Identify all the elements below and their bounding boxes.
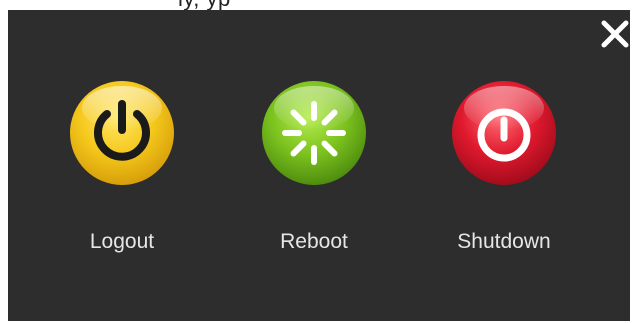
power-icon [70,81,174,185]
logout-button[interactable]: Logout [52,78,192,268]
close-button[interactable] [595,14,633,54]
reboot-button[interactable]: Reboot [244,78,384,268]
shutdown-button[interactable]: Shutdown [434,78,574,268]
clipped-text: ly, yp [178,0,231,10]
reboot-label: Reboot [280,230,348,253]
top-clipped-strip: ly, yp [0,0,633,10]
logout-label: Logout [89,230,155,253]
loading-spinner-icon [262,81,366,185]
power-stop-icon [452,81,556,185]
shutdown-label: Shutdown [457,230,551,253]
close-x-icon [601,20,629,48]
